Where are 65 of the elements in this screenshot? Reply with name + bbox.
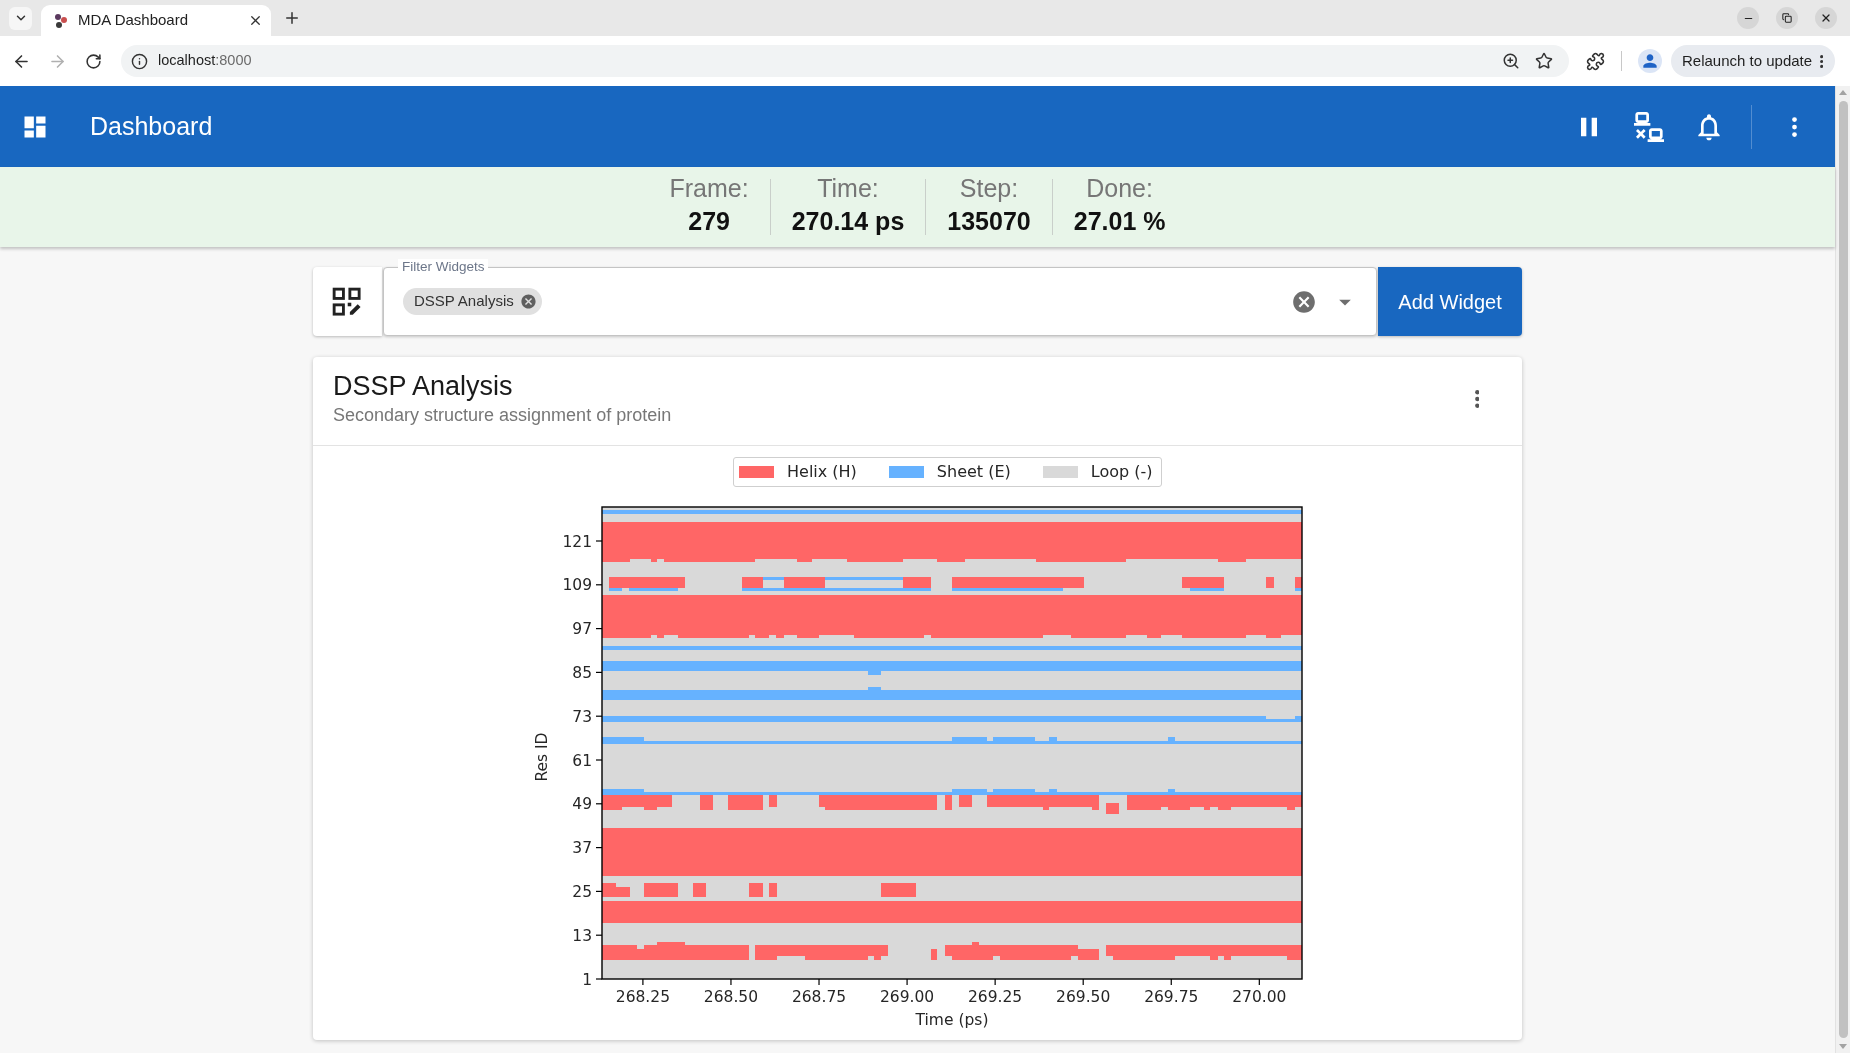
- tab-title: MDA Dashboard: [78, 10, 189, 31]
- close-icon[interactable]: [248, 13, 263, 28]
- star-icon[interactable]: [1535, 52, 1553, 70]
- y-tick-label: 1: [582, 970, 592, 989]
- stat-label: Time:: [817, 173, 879, 203]
- y-tick-label: 49: [572, 795, 592, 814]
- address-bar[interactable]: localhost:8000: [121, 45, 1569, 77]
- y-tick-label: 97: [572, 620, 592, 639]
- restore-icon: [1782, 13, 1792, 23]
- more-icon[interactable]: [1474, 389, 1479, 408]
- stat-label: Done:: [1086, 173, 1153, 203]
- add-widget-button[interactable]: Add Widget: [1378, 267, 1522, 336]
- info-icon[interactable]: [131, 52, 148, 70]
- zoom-icon[interactable]: [1502, 52, 1520, 70]
- disconnected-computers-icon[interactable]: [1634, 111, 1664, 142]
- more-icon: [1820, 54, 1824, 68]
- browser-tab[interactable]: MDA Dashboard: [41, 5, 271, 36]
- y-tick-label: 61: [572, 751, 592, 770]
- x-tick-label: 268.75: [791, 988, 847, 1006]
- grid-pencil-icon: [332, 286, 363, 317]
- vertical-scrollbar[interactable]: [1835, 86, 1850, 1053]
- y-tick-label: 109: [562, 576, 592, 595]
- clear-icon[interactable]: [1291, 288, 1318, 315]
- extensions-icon[interactable]: [1586, 51, 1605, 71]
- x-tick-label: 269.00: [879, 988, 935, 1006]
- widget-title: DSSP Analysis: [333, 370, 514, 403]
- widget-subtitle: Secondary structure assignment of protein: [333, 404, 672, 427]
- y-tick-label: 73: [572, 707, 592, 726]
- relaunch-button[interactable]: Relaunch to update: [1671, 45, 1836, 77]
- stat-value: 270.14 ps: [791, 206, 905, 237]
- y-tick-label: 13: [572, 926, 592, 945]
- y-tick-label: 25: [572, 882, 592, 901]
- more-icon[interactable]: [1791, 116, 1797, 137]
- avatar-icon[interactable]: [1638, 49, 1662, 73]
- reload-icon[interactable]: [85, 52, 102, 70]
- x-tick-label: 268.50: [703, 988, 759, 1006]
- y-tick-label: 85: [572, 663, 592, 682]
- x-tick-label: 270.00: [1232, 988, 1287, 1006]
- stat-label: Step:: [959, 173, 1019, 203]
- close-window-button[interactable]: [1815, 7, 1837, 29]
- y-tick-label: 37: [572, 839, 592, 858]
- stat-value: 27.01 %: [1073, 206, 1166, 237]
- new-tab-icon[interactable]: [283, 9, 301, 27]
- app-title: Dashboard: [90, 110, 213, 142]
- remove-icon[interactable]: [519, 293, 537, 310]
- x-tick-label: 269.75: [1144, 988, 1199, 1006]
- legend-label: Helix (H): [787, 461, 857, 483]
- restore-button[interactable]: [1776, 7, 1798, 29]
- x-tick-label: 269.50: [1056, 988, 1111, 1006]
- y-axis-label: Res ID: [533, 732, 551, 782]
- legend-label: Sheet (E): [936, 461, 1011, 483]
- stat-value: 279: [688, 206, 730, 237]
- stat-value: 135070: [947, 206, 1031, 237]
- widget-editor-button[interactable]: [313, 267, 382, 336]
- y-tick-label: 121: [562, 532, 592, 551]
- app-logo-icon: [53, 12, 69, 29]
- close-icon: [1820, 12, 1832, 24]
- legend-label: Loop (-): [1090, 461, 1153, 483]
- x-tick-label: 269.25: [968, 988, 1023, 1006]
- url-text: localhost:8000: [158, 51, 252, 71]
- filter-chip[interactable]: DSSP Analysis: [402, 288, 542, 315]
- x-tick-label: 268.25: [615, 988, 671, 1006]
- field-label: Filter Widgets: [397, 259, 489, 275]
- x-axis-label: Time (ps): [915, 1011, 989, 1029]
- stat-label: Frame:: [669, 173, 749, 203]
